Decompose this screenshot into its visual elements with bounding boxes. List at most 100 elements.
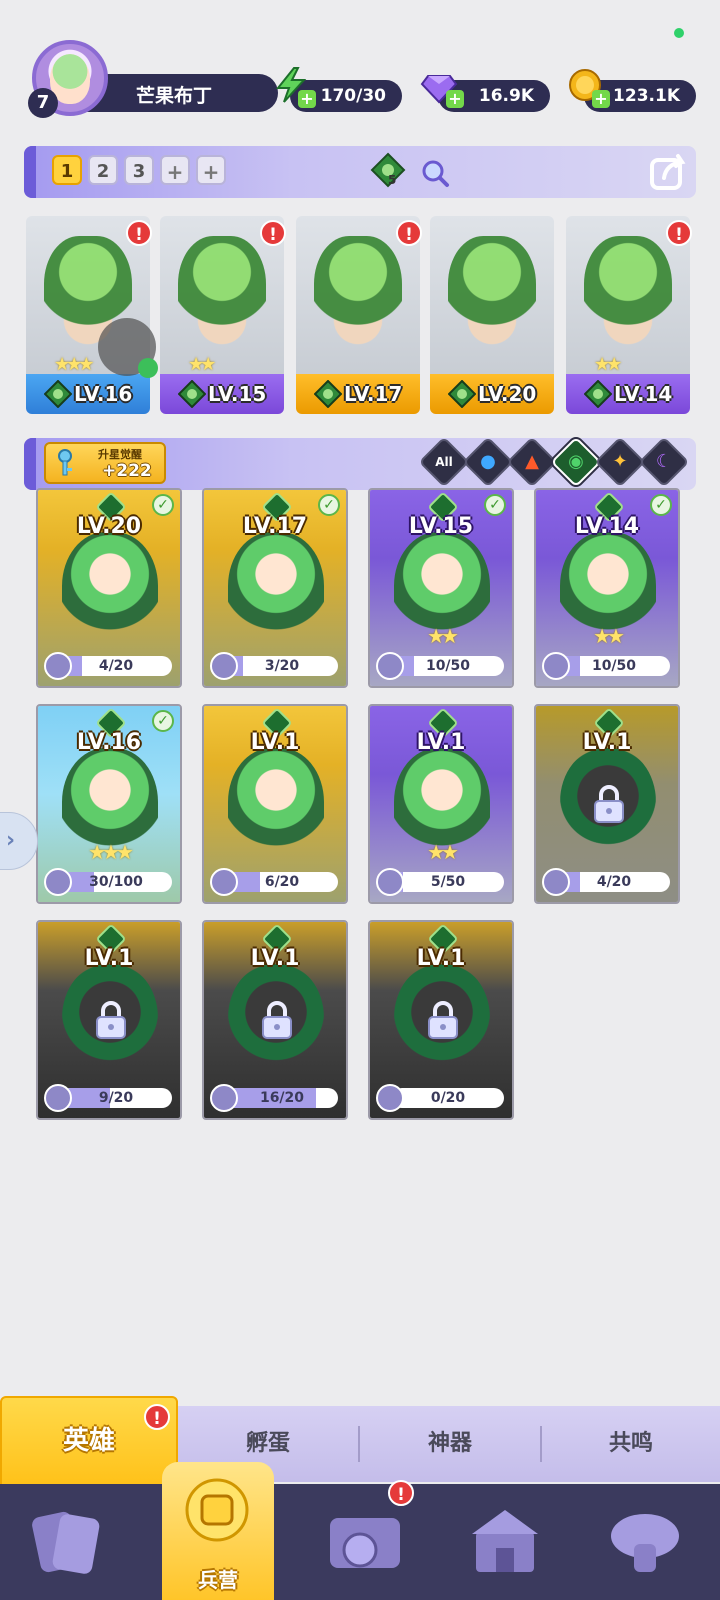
team-tab-3[interactable]: 3	[124, 155, 154, 185]
team-tab-1[interactable]: 1	[52, 155, 82, 185]
shard-icon	[44, 652, 72, 680]
hero-card[interactable]: ✓ LV.14 ★★ 10/50	[534, 488, 680, 688]
team-hero-card-5[interactable]: ★★ LV.14	[566, 216, 690, 414]
awaken-value: +222	[102, 461, 152, 481]
gem-resource[interactable]: 16.9K +	[420, 75, 550, 112]
map-icon[interactable]	[320, 1498, 410, 1588]
hero-card[interactable]: LV.1 ★★ 5/50	[368, 704, 514, 904]
add-energy-button[interactable]: +	[298, 90, 316, 108]
shard-count: 10/50	[591, 658, 637, 674]
tab-artifact[interactable]: 神器	[360, 1406, 540, 1482]
team-bar-accent	[24, 146, 36, 198]
hero-card[interactable]: LV.1 6/20	[202, 704, 348, 904]
hero-level: LV.1	[250, 946, 300, 971]
chevron-right-icon: ›	[6, 828, 16, 853]
shard-progress-bar: 3/20	[226, 656, 338, 676]
hero-card[interactable]: ✓ LV.17 3/20	[202, 488, 348, 688]
hero-level: LV.1	[416, 730, 466, 755]
team-hero-card-1[interactable]: ★★★ LV.16	[26, 216, 150, 414]
hero-card[interactable]: LV.1 9/20	[36, 920, 182, 1120]
lock-icon	[262, 1001, 292, 1039]
hero-level: LV.1	[582, 730, 632, 755]
shard-icon	[376, 1084, 404, 1112]
owned-check-icon: ✓	[152, 494, 174, 516]
hero-portrait	[178, 236, 266, 356]
hero-card[interactable]: ✓ LV.16 ★★★ 30/100	[36, 704, 182, 904]
add-gem-button[interactable]: +	[446, 90, 464, 108]
add-gold-button[interactable]: +	[592, 90, 610, 108]
key-icon	[58, 449, 72, 476]
owned-check-icon: ✓	[650, 494, 672, 516]
shard-progress-bar: 0/20	[392, 1088, 504, 1108]
shard-progress-bar: 4/20	[60, 656, 172, 676]
shard-icon	[44, 1084, 72, 1112]
hero-card[interactable]: LV.1 16/20	[202, 920, 348, 1120]
shard-count: 30/100	[89, 874, 143, 890]
shard-count: 9/20	[98, 1090, 134, 1106]
hero-stars: ★★	[593, 624, 625, 648]
add-team-button-2[interactable]: +	[196, 155, 226, 185]
hero-alert-badge: !	[666, 220, 692, 246]
filter-bar-accent	[24, 438, 36, 490]
team-tab-2[interactable]: 2	[88, 155, 118, 185]
wind-element-icon: ◉	[568, 451, 584, 472]
dark-element-icon: ☾	[655, 451, 673, 472]
lock-icon	[96, 1001, 126, 1039]
hero-card[interactable]: LV.1 4/20	[534, 704, 680, 904]
shard-count: 10/50	[425, 658, 471, 674]
water-element-icon: ●	[480, 451, 496, 472]
hero-stars: ★★★	[54, 354, 94, 375]
player-profile[interactable]: 芒果布丁 7	[24, 40, 278, 118]
mushroom-icon[interactable]	[600, 1498, 690, 1588]
hero-stars: ★★	[188, 354, 216, 375]
barracks-label: 兵营	[198, 1568, 238, 1592]
hero-card[interactable]: ✓ LV.20 4/20	[36, 488, 182, 688]
hero-stars: ★★★	[88, 840, 134, 864]
shard-progress-bar: 10/50	[558, 656, 670, 676]
tab-alert-badge: !	[144, 1404, 170, 1430]
player-level-badge: 7	[28, 88, 58, 118]
gold-resource[interactable]: 123.1K +	[566, 69, 696, 112]
shard-progress-bar: 5/50	[392, 872, 504, 892]
add-team-button[interactable]: +	[160, 155, 190, 185]
hero-level: LV.15	[408, 514, 474, 539]
share-icon[interactable]	[648, 150, 690, 192]
hero-level: LV.14	[614, 382, 673, 406]
shard-icon	[376, 652, 404, 680]
hero-level: LV.14	[574, 514, 640, 539]
team-hero-card-3[interactable]: LV.17	[296, 216, 420, 414]
shard-icon	[210, 1084, 238, 1112]
team-hero-card-4[interactable]: LV.20	[430, 216, 554, 414]
shard-count: 0/20	[430, 1090, 466, 1106]
hero-level: LV.15	[208, 382, 267, 406]
search-icon[interactable]	[420, 158, 450, 188]
lock-icon	[594, 785, 624, 823]
cards-icon[interactable]	[22, 1498, 112, 1588]
hero-stars: ★★	[427, 840, 459, 864]
hero-portrait	[62, 532, 158, 652]
owned-check-icon: ✓	[318, 494, 340, 516]
temple-icon[interactable]	[460, 1498, 550, 1588]
tab-resonance[interactable]: 共鸣	[542, 1406, 720, 1482]
hero-level: LV.1	[250, 730, 300, 755]
shard-icon	[376, 868, 404, 896]
shard-count: 6/20	[264, 874, 300, 890]
shard-icon	[210, 652, 238, 680]
hero-level: LV.17	[242, 514, 308, 539]
hero-level: LV.17	[344, 382, 403, 406]
hero-alert-badge: !	[260, 220, 286, 246]
light-element-icon: ✦	[612, 451, 628, 472]
hero-stars: ★★	[427, 624, 459, 648]
hero-card[interactable]: ✓ LV.15 ★★ 10/50	[368, 488, 514, 688]
online-status-dot	[674, 28, 684, 38]
energy-resource[interactable]: 170/30 +	[272, 67, 402, 112]
shard-progress-bar: 4/20	[558, 872, 670, 892]
hero-level: LV.1	[84, 946, 134, 971]
hero-level: LV.16	[76, 730, 142, 755]
shard-progress-bar: 9/20	[60, 1088, 172, 1108]
wind-element-icon	[178, 380, 206, 408]
hero-alert-badge: !	[396, 220, 422, 246]
hero-card[interactable]: LV.1 0/20	[368, 920, 514, 1120]
hero-level: LV.20	[478, 382, 537, 406]
team-hero-card-2[interactable]: ★★ LV.15	[160, 216, 284, 414]
